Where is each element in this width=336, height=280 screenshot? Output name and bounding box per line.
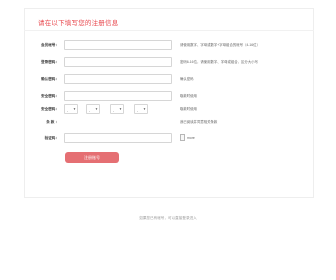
security-password-label: 安全密码： — [41, 94, 59, 98]
confirm-hint: 确认密码 — [180, 77, 194, 81]
terms-text[interactable]: 我已阅读并同意相关条款 — [180, 116, 217, 128]
register-button[interactable]: 注册账号 — [65, 152, 119, 163]
title-divider — [24, 30, 314, 31]
security-password-hint: 取款时使用 — [180, 94, 197, 98]
security-password-row: 安全密码： 取款时使用 — [24, 90, 314, 102]
captcha-label: 验证码： — [44, 136, 59, 140]
chevron-down-icon: ▼ — [143, 107, 146, 111]
captcha-image[interactable] — [180, 134, 185, 141]
security-select-hint: 取款时使用 — [180, 107, 197, 111]
confirm-row: 确认密码： 确认密码 — [24, 73, 314, 85]
terms-row: 条 款 ： 我已阅读并同意相关条款 — [24, 116, 314, 128]
security-password-select-label: 安全密码： — [41, 107, 59, 111]
chevron-down-icon: ▼ — [119, 107, 122, 111]
digit-select-2[interactable]: - ▼ — [86, 104, 100, 114]
confirm-password-input[interactable] — [64, 74, 172, 84]
security-password-input[interactable] — [64, 91, 172, 101]
password-input[interactable] — [64, 57, 172, 67]
account-label: 会员帐号： — [41, 43, 59, 47]
digit-select-3[interactable]: - ▼ — [110, 104, 124, 114]
password-hint: 密码6-16位，请使用数字、字母或组合，区分大小写 — [180, 60, 258, 64]
password-label: 登录密码： — [41, 60, 59, 64]
chevron-down-icon: ▼ — [73, 107, 76, 111]
account-row: 会员帐号： 请使用数字、字母或数字+字母组合的帐号（4-16位） — [24, 39, 314, 51]
digit-select-1[interactable]: - ▼ — [64, 104, 78, 114]
confirm-label: 确认密码： — [41, 77, 59, 81]
captcha-input[interactable] — [64, 133, 172, 143]
terms-label: 条 款 ： — [46, 120, 59, 124]
digit-select-4[interactable]: - ▼ — [134, 104, 148, 114]
chevron-down-icon: ▼ — [95, 107, 98, 111]
captcha-row: 验证码： more — [24, 132, 314, 144]
password-row: 登录密码： 密码6-16位，请使用数字、字母或组合，区分大小写 — [24, 56, 314, 68]
page-title: 请在以下填写您的注册信息 — [38, 20, 119, 27]
security-password-select-row: 安全密码： - ▼ - ▼ - ▼ - ▼ 取款时使用 — [24, 103, 314, 115]
footer-text: 如果您已有帐号，可以直接登录进入 — [139, 216, 197, 220]
account-input[interactable] — [64, 40, 172, 50]
account-hint: 请使用数字、字母或数字+字母组合的帐号（4-16位） — [180, 43, 260, 47]
captcha-refresh-link[interactable]: more — [187, 132, 195, 144]
